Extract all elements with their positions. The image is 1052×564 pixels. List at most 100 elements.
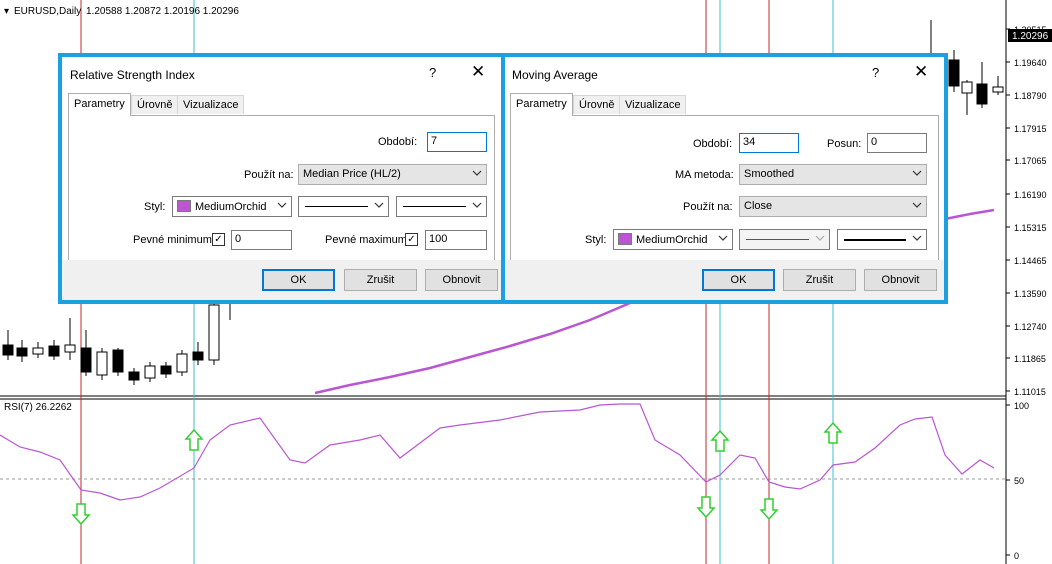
apply-select[interactable]: Median Price (HL/2) — [298, 164, 487, 185]
price-tick-label: 1.14465 — [1014, 256, 1047, 266]
apply-select-value: Median Price (HL/2) — [303, 168, 401, 180]
price-tick-label: 1.13590 — [1014, 289, 1047, 299]
line-width-sample — [403, 206, 466, 207]
svg-text:▾: ▾ — [4, 6, 9, 17]
ma-method-value: Smoothed — [744, 168, 795, 180]
cancel-button[interactable]: Zrušit — [344, 269, 417, 291]
price-tick-label: 1.12740 — [1014, 322, 1047, 332]
apply-label: Použít na: — [244, 169, 294, 181]
price-tick-label: 1.17915 — [1014, 124, 1047, 134]
color-swatch — [618, 233, 632, 245]
reset-button[interactable]: Obnovit — [864, 269, 937, 291]
candle-body — [2, 344, 14, 356]
ma-method-select[interactable]: Smoothed — [739, 164, 927, 185]
chevron-down-icon — [718, 235, 728, 241]
tab-parametry[interactable]: Parametry — [68, 93, 131, 116]
rsi-label: RSI(7) 26.2262 — [4, 402, 72, 413]
ma-method-label: MA metoda: — [675, 169, 734, 181]
price-tick-label: 1.11865 — [1014, 354, 1046, 364]
rsi-dialog[interactable]: Relative Strength Index ? ✕ Parametry Úr… — [58, 53, 505, 304]
candle-body — [992, 86, 1004, 93]
tab-urovne[interactable]: Úrovně — [573, 95, 621, 114]
color-swatch — [177, 200, 191, 212]
line-width-select[interactable] — [396, 196, 487, 217]
candle-body — [976, 83, 988, 105]
candle-body — [128, 371, 140, 381]
candle-body — [160, 365, 172, 375]
candle-body — [16, 347, 28, 357]
candle-body — [48, 345, 60, 357]
shift-input[interactable]: 0 — [867, 133, 927, 153]
color-select-value: MediumOrchid — [636, 234, 708, 246]
symbol-header: EURUSD,Daily — [14, 6, 81, 17]
apply-label: Použít na: — [683, 201, 733, 213]
candle-body — [208, 304, 220, 361]
help-icon[interactable]: ? — [429, 65, 436, 80]
candle-body — [64, 344, 76, 353]
ohlc-values: 1.20588 1.20872 1.20196 1.20296 — [86, 6, 239, 17]
style-label: Styl: — [144, 201, 166, 213]
ma-dialog[interactable]: Moving Average ? ✕ Parametry Úrovně Vizu… — [501, 53, 948, 304]
apply-select-value: Close — [744, 200, 773, 212]
line-style-select[interactable] — [298, 196, 389, 217]
tab-vizualizace[interactable]: Vizualizace — [619, 95, 687, 114]
dialog-footer: OK Zrušit Obnovit — [505, 260, 944, 300]
current-price-label: 1.20296 — [1012, 31, 1049, 42]
fixed-min-checkbox[interactable]: ✓ — [212, 233, 225, 246]
fixed-max-input[interactable]: 100 — [425, 230, 487, 250]
candle-body — [144, 365, 156, 379]
help-icon[interactable]: ? — [872, 65, 879, 80]
chevron-down-icon — [912, 170, 922, 176]
price-tick-label: 1.18790 — [1014, 91, 1047, 101]
line-style-select[interactable] — [739, 229, 830, 250]
close-icon[interactable]: ✕ — [471, 62, 485, 82]
apply-select[interactable]: Close — [739, 196, 927, 217]
candle-body — [112, 349, 124, 373]
chevron-down-icon — [374, 202, 384, 208]
style-label: Styl: — [585, 234, 607, 246]
candle-body — [961, 81, 973, 94]
ok-button[interactable]: OK — [702, 269, 775, 291]
chevron-down-icon — [277, 202, 287, 208]
fixed-max-label: Pevné maximum — [325, 234, 407, 246]
period-label: Období: — [693, 138, 733, 150]
fixed-min-label: Pevné minimum — [133, 234, 212, 246]
line-style-sample — [305, 206, 368, 207]
price-tick-label: 1.15315 — [1014, 223, 1047, 233]
reset-button[interactable]: Obnovit — [425, 269, 498, 291]
price-tick-label: 1.17065 — [1014, 156, 1047, 166]
fixed-min-input[interactable]: 0 — [231, 230, 292, 250]
candle-body — [192, 351, 204, 361]
tab-urovne[interactable]: Úrovně — [131, 95, 179, 114]
period-input[interactable]: 34 — [739, 133, 799, 153]
cancel-button[interactable]: Zrušit — [783, 269, 856, 291]
close-icon[interactable]: ✕ — [914, 62, 928, 82]
rsi-tick-label: 50 — [1014, 476, 1024, 486]
dialog-title: Moving Average — [512, 68, 598, 82]
shift-label: Posun: — [827, 138, 862, 150]
period-input[interactable]: 7 — [427, 132, 487, 152]
tab-parametry[interactable]: Parametry — [510, 93, 573, 116]
chevron-down-icon — [472, 170, 482, 176]
line-width-select[interactable] — [837, 229, 927, 250]
price-tick-label: 1.11015 — [1014, 387, 1046, 397]
chevron-down-icon — [912, 235, 922, 241]
price-tick-label: 1.19640 — [1014, 58, 1047, 68]
fixed-max-checkbox[interactable]: ✓ — [405, 233, 418, 246]
color-select[interactable]: MediumOrchid — [172, 196, 292, 217]
candle-body — [80, 347, 92, 373]
period-label: Období: — [378, 136, 418, 148]
tab-vizualizace[interactable]: Vizualizace — [177, 95, 245, 114]
ok-button[interactable]: OK — [262, 269, 335, 291]
candle-body — [32, 347, 44, 355]
chevron-down-icon — [912, 202, 922, 208]
chevron-down-icon — [472, 202, 482, 208]
color-select[interactable]: MediumOrchid — [613, 229, 733, 250]
chevron-down-icon — [815, 235, 825, 241]
parameters-panel: Období: 7 Použít na: Median Price (HL/2)… — [68, 115, 495, 261]
rsi-tick-label: 0 — [1014, 551, 1019, 561]
price-tick-label: 1.16190 — [1014, 190, 1047, 200]
candle-body — [176, 353, 188, 373]
rsi-tick-label: 100 — [1014, 401, 1029, 411]
line-width-sample — [844, 239, 906, 241]
